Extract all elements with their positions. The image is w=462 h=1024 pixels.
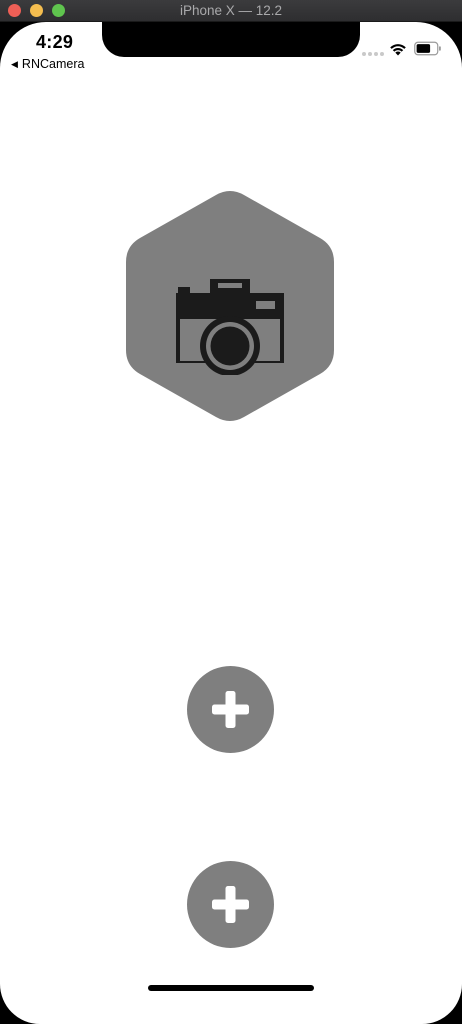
device-notch	[102, 22, 360, 57]
back-arrow-icon: ◀	[11, 58, 18, 69]
status-time: 4:29	[36, 32, 74, 52]
add-button[interactable]	[187, 666, 274, 753]
simulator-titlebar: iPhone X — 12.2	[0, 0, 462, 22]
plus-icon	[212, 886, 249, 923]
back-app-label: RNCamera	[21, 57, 85, 71]
window-title: iPhone X — 12.2	[179, 3, 283, 18]
add-button[interactable]	[187, 861, 274, 948]
battery-icon	[414, 41, 441, 56]
camera-button[interactable]	[126, 190, 334, 422]
wifi-icon	[390, 44, 406, 56]
cellular-signal-icon	[362, 52, 384, 56]
back-to-app-link[interactable]: ◀ RNCamera	[11, 57, 84, 71]
plus-icon	[212, 691, 249, 728]
home-indicator[interactable]	[148, 985, 314, 991]
